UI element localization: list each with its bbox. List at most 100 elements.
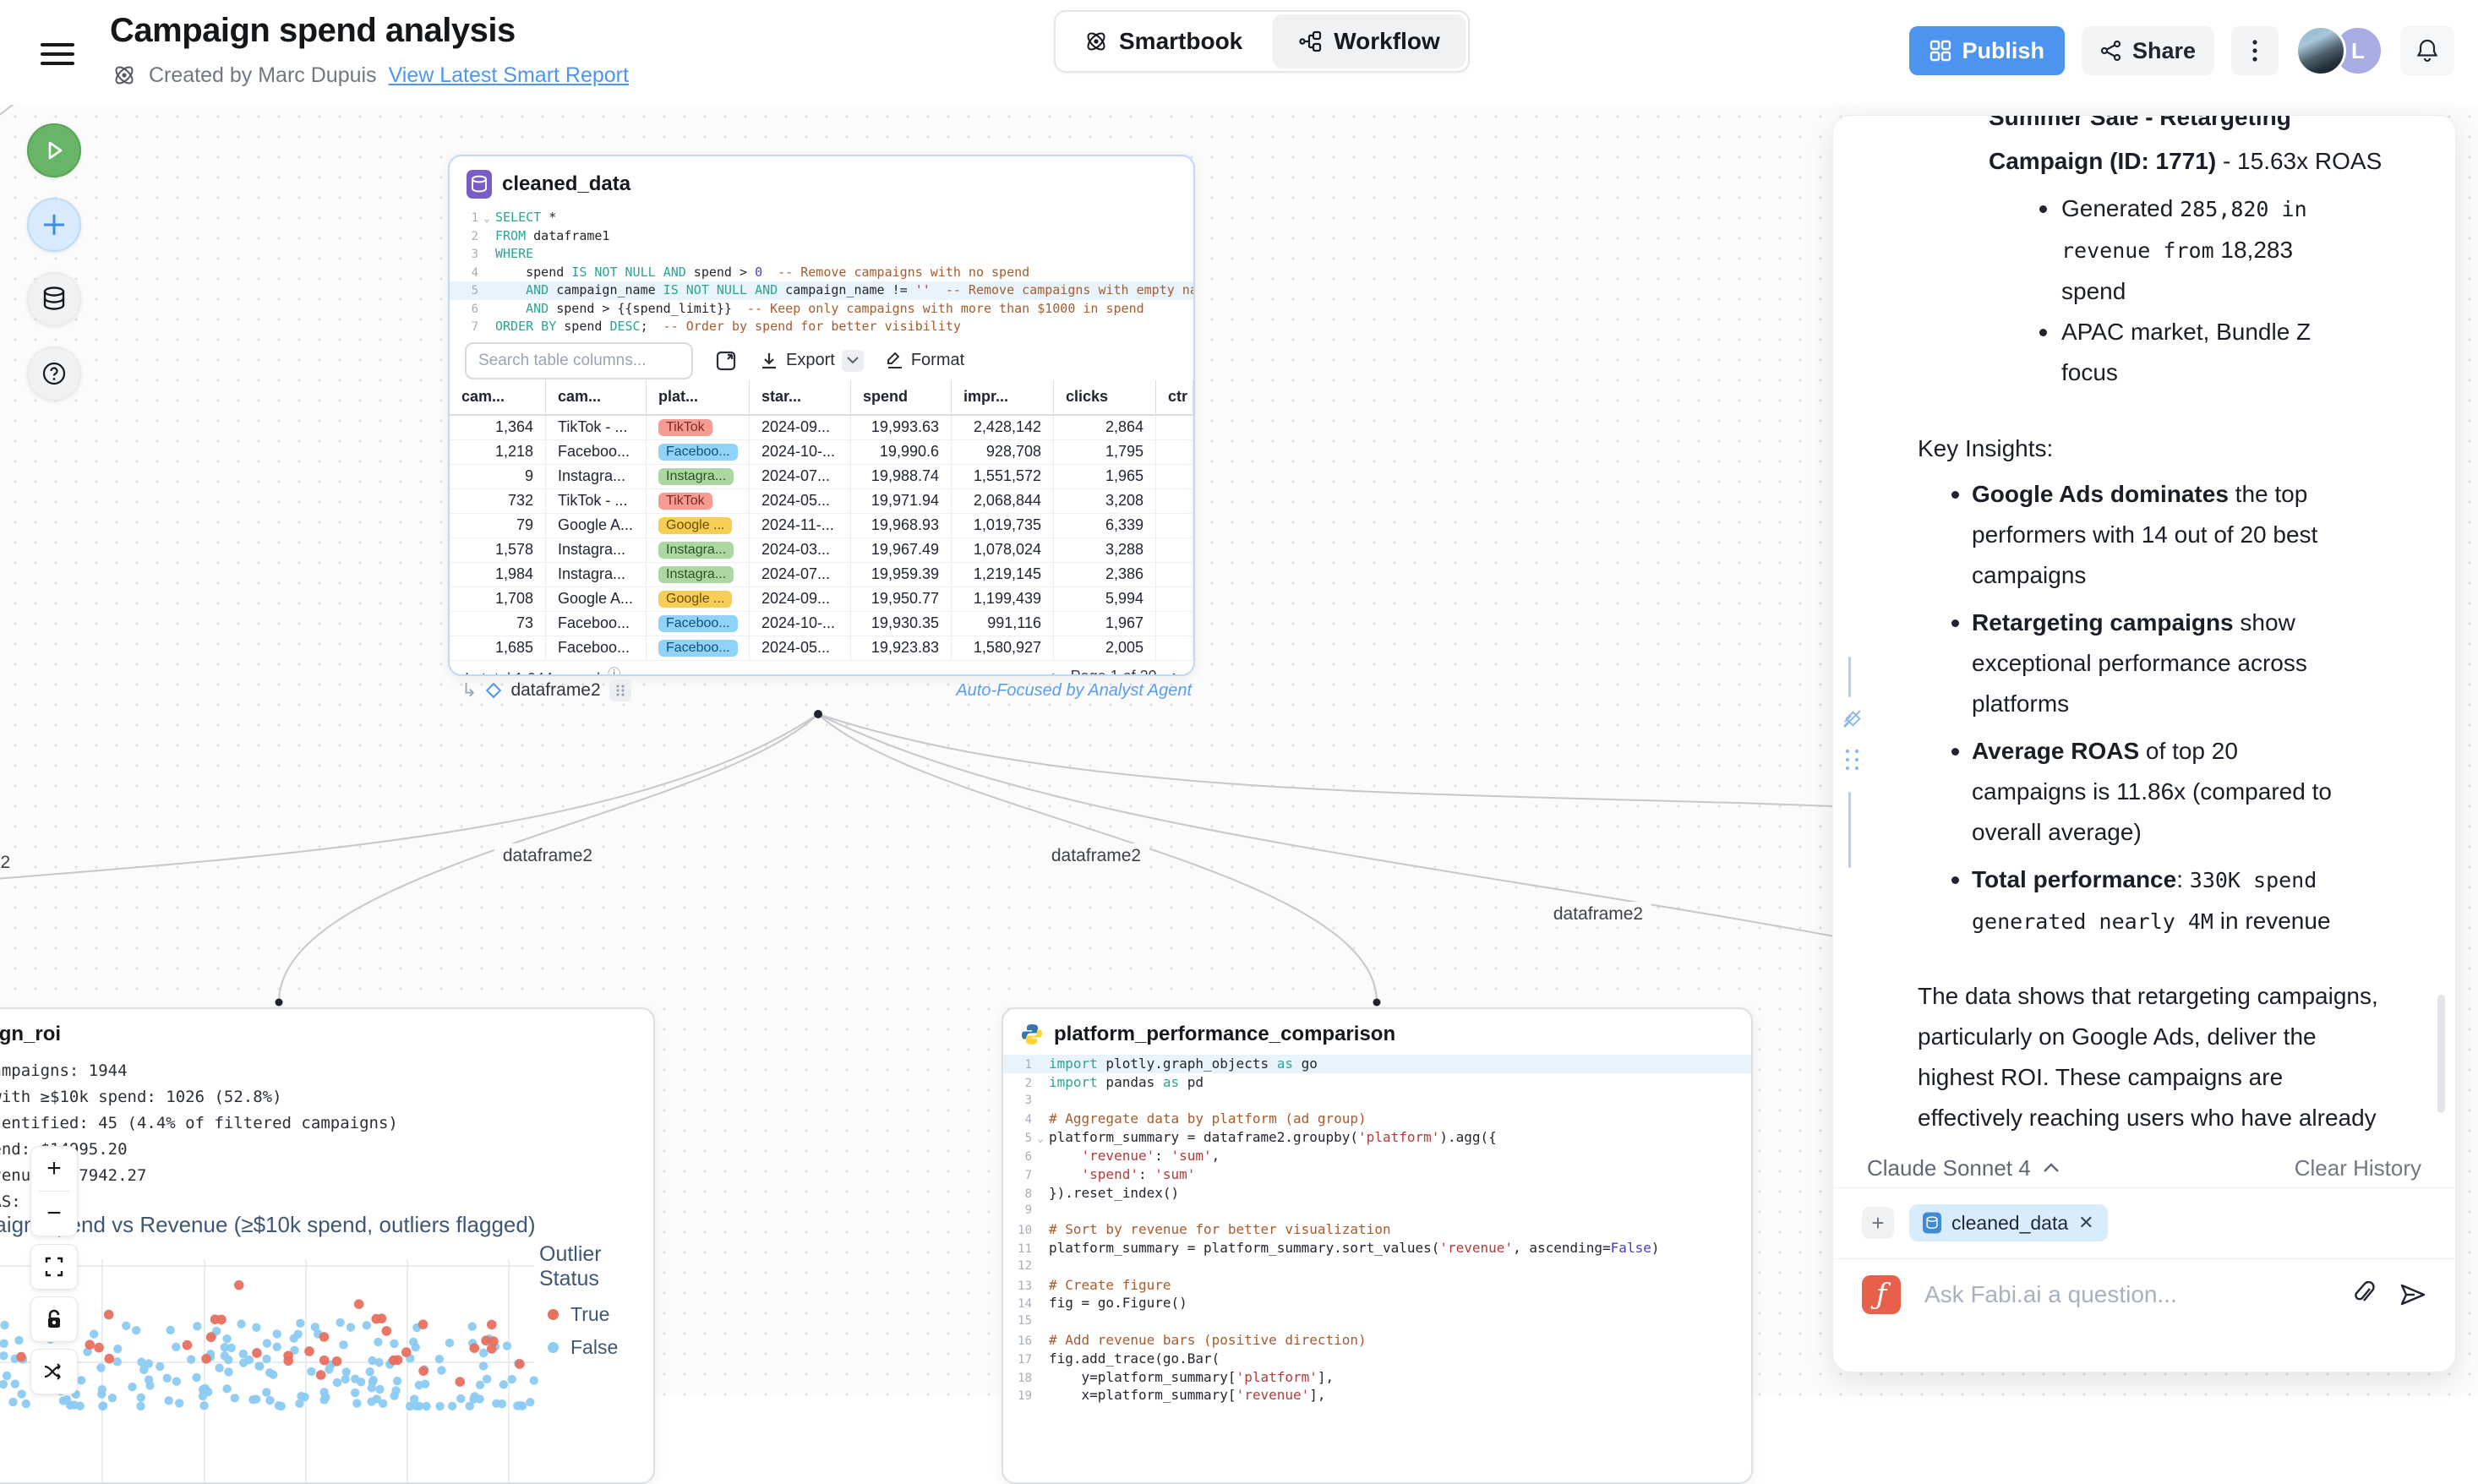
notifications-button[interactable] [2400, 25, 2454, 76]
more-options-button[interactable] [2231, 26, 2279, 75]
column-header[interactable]: cam... [450, 380, 546, 414]
column-header[interactable]: star... [750, 380, 851, 414]
attach-file-button[interactable] [2352, 1281, 2377, 1308]
menu-icon[interactable] [41, 37, 74, 63]
edge-label-dataframe2: dataframe2 [1545, 902, 1651, 927]
scatter-point [503, 1341, 511, 1350]
code-line[interactable]: 3WHERE [450, 245, 1193, 264]
export-options-chevron[interactable] [842, 350, 864, 372]
code-line[interactable]: 17fig.add_trace(go.Bar( [1003, 1350, 1751, 1368]
run-workflow-button[interactable] [27, 123, 81, 177]
node-campaign-roi[interactable]: campaign_roi Filtered campaigns: 1944 Ca… [0, 1007, 655, 1484]
drag-handle-icon[interactable] [1843, 748, 1862, 773]
code-line[interactable]: 8}).reset_index() [1003, 1184, 1751, 1203]
avatar-photo[interactable] [2295, 25, 2346, 76]
output-dataframe-label[interactable]: dataframe2 [510, 680, 600, 701]
code-line[interactable]: 16# Add revenue bars (positive direction… [1003, 1331, 1751, 1350]
table-cell: 2024-09... [750, 587, 851, 611]
share-button[interactable]: Share [2082, 26, 2214, 75]
legend-entry-true[interactable]: True [548, 1303, 653, 1326]
add-context-button[interactable]: + [1862, 1207, 1894, 1239]
code-line[interactable]: 14fig = go.Figure() [1003, 1294, 1751, 1312]
lock-canvas-button[interactable] [31, 1297, 77, 1341]
column-header[interactable]: spend [851, 380, 952, 414]
node-platform-performance-comparison[interactable]: platform_performance_comparison 1import … [1002, 1007, 1753, 1484]
code-line[interactable]: 3 [1003, 1092, 1751, 1110]
shuffle-layout-button[interactable] [31, 1350, 77, 1394]
scatter-point [455, 1377, 465, 1387]
format-button[interactable]: Format [886, 351, 964, 370]
remove-chip-icon[interactable]: ✕ [2078, 1212, 2093, 1234]
tab-smartbook[interactable]: Smartbook [1058, 14, 1268, 68]
column-header[interactable]: impr... [952, 380, 1054, 414]
code-line[interactable]: 2import pandas as pd [1003, 1073, 1751, 1092]
panel-scrollbar[interactable] [2437, 995, 2445, 1113]
code-line[interactable]: 10# Sort by revenue for better visualiza… [1003, 1220, 1751, 1239]
code-line[interactable]: 9 [1003, 1202, 1751, 1220]
code-line[interactable]: 5⌄platform_summary = dataframe2.groupby(… [1003, 1128, 1751, 1147]
code-line[interactable]: 6 AND spend > {{spend_limit}} -- Keep on… [450, 300, 1193, 319]
add-node-button[interactable] [27, 198, 81, 252]
code-line[interactable]: 4 spend IS NOT NULL AND spend > 0 -- Rem… [450, 264, 1193, 282]
fit-view-button[interactable] [31, 1245, 77, 1289]
legend-entry-false[interactable]: False [548, 1336, 653, 1359]
code-line[interactable]: 2FROM dataframe1 [450, 227, 1193, 246]
code-line[interactable]: 18 y=platform_summary['platform'], [1003, 1368, 1751, 1387]
search-input[interactable] [465, 342, 693, 379]
platform-badge: Faceboo... [658, 444, 738, 461]
platform-badge: Instagra... [658, 542, 734, 559]
zoom-in-button[interactable]: + [31, 1147, 77, 1191]
clear-history-button[interactable]: Clear History [2295, 1155, 2421, 1181]
export-button[interactable]: Export [759, 350, 864, 372]
info-icon[interactable]: ⓘ [608, 667, 620, 676]
code-line[interactable]: 13# Create figure [1003, 1276, 1751, 1295]
code-line[interactable]: 19 x=platform_summary['revenue'], [1003, 1386, 1751, 1405]
code-line[interactable]: 7 'spend': 'sum' [1003, 1165, 1751, 1184]
scatter-point [273, 1329, 281, 1338]
expand-table-icon[interactable] [715, 350, 737, 372]
chat-input[interactable] [1923, 1280, 2330, 1309]
node-cleaned-data[interactable]: cleaned_data 1⌄SELECT *2FROM dataframe13… [448, 155, 1195, 676]
code-line[interactable]: 6 'revenue': 'sum', [1003, 1147, 1751, 1165]
column-header[interactable]: ctr [1156, 380, 1193, 414]
code-line[interactable]: 5 AND campaign_name IS NOT NULL AND camp… [450, 281, 1193, 300]
paperclip-icon [2352, 1281, 2377, 1308]
tab-workflow[interactable]: Workflow [1273, 14, 1465, 68]
data-sources-button[interactable] [27, 272, 81, 326]
column-header[interactable]: clicks [1054, 380, 1156, 414]
python-code-editor[interactable]: 1import plotly.graph_objects as go2impor… [1003, 1055, 1751, 1405]
help-button[interactable] [27, 346, 81, 401]
context-chip-cleaned-data[interactable]: cleaned_data ✕ [1909, 1204, 2108, 1241]
publish-button[interactable]: Publish [1909, 26, 2065, 75]
code-line[interactable]: 11platform_summary = platform_summary.so… [1003, 1239, 1751, 1258]
table-row: 1,708Google A...Google ...2024-09...19,9… [450, 587, 1193, 612]
table-cell: 1,219,145 [952, 563, 1054, 587]
table-cell [1156, 489, 1193, 513]
scatter-point [22, 1399, 30, 1408]
code-line[interactable]: 4# Aggregate data by platform (ad group) [1003, 1110, 1751, 1128]
next-page-chevron[interactable]: › [1172, 665, 1178, 676]
chat-message: Summer Sale - Retargeting Campaign (ID: … [1918, 116, 2391, 393]
smartbook-icon [112, 63, 137, 88]
code-line[interactable]: 1⌄SELECT * [450, 209, 1193, 227]
model-selector[interactable]: Claude Sonnet 4 [1867, 1155, 2060, 1181]
code-line[interactable]: 1import plotly.graph_objects as go [1003, 1055, 1751, 1073]
column-header[interactable]: plat... [647, 380, 750, 414]
scatter-point [435, 1355, 444, 1363]
list-item: Total performance: 330K spend generated … [1948, 859, 2345, 942]
drag-handle-icon[interactable] [609, 679, 631, 701]
chat-scroll-area[interactable]: Summer Sale - Retargeting Campaign (ID: … [1833, 116, 2455, 1148]
code-line[interactable]: 12 [1003, 1258, 1751, 1276]
scatter-point [255, 1361, 264, 1370]
model-selector-row: Claude Sonnet 4 Clear History [1833, 1148, 2455, 1187]
code-line[interactable]: 7ORDER BY spend DESC; -- Order by spend … [450, 318, 1193, 336]
column-header[interactable]: cam... [546, 380, 647, 414]
sql-code-editor[interactable]: 1⌄SELECT *2FROM dataframe13WHERE4 spend … [450, 209, 1193, 336]
view-smart-report-link[interactable]: View Latest Smart Report [389, 63, 629, 88]
code-line[interactable]: 15 [1003, 1312, 1751, 1331]
scatter-point [113, 1345, 122, 1353]
zoom-out-button[interactable]: − [31, 1192, 77, 1236]
send-button[interactable] [2399, 1282, 2426, 1307]
unpin-icon[interactable] [1840, 706, 1865, 731]
prev-page-chevron[interactable]: ‹ [1049, 665, 1055, 676]
